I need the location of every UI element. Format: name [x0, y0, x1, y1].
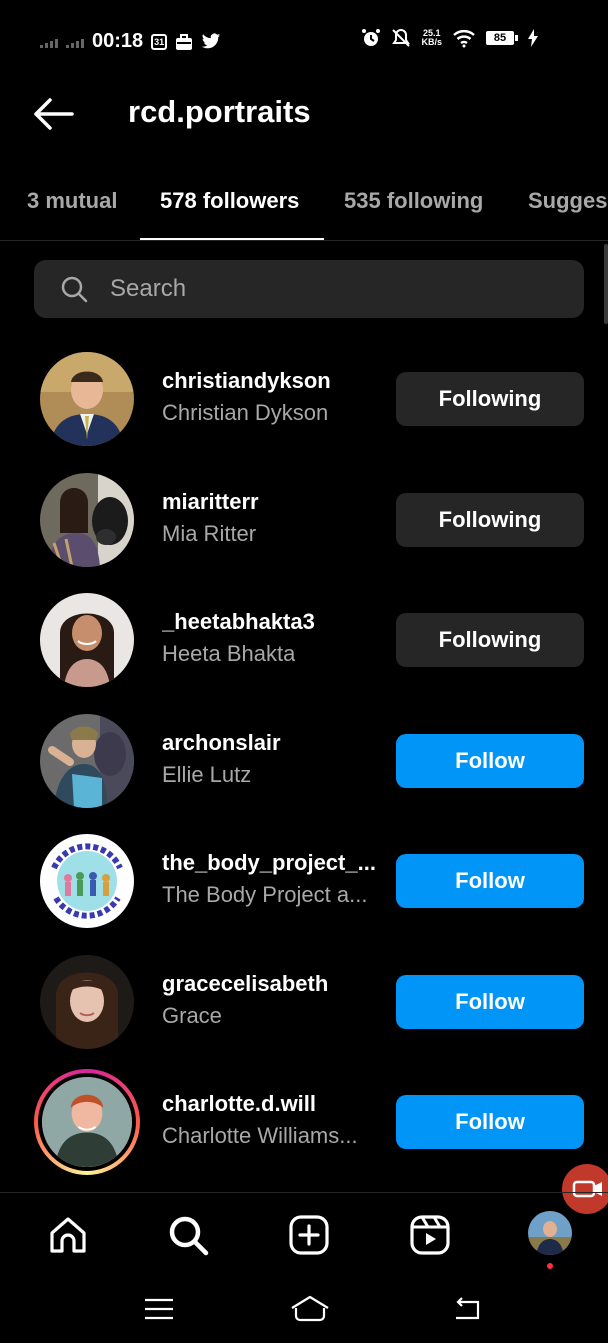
network-speed: 25.1 KB/s: [421, 28, 442, 47]
tab-suggested[interactable]: Sugges: [528, 188, 607, 214]
charging-icon: [528, 29, 538, 47]
reels-icon: [410, 1215, 450, 1255]
scrollbar[interactable]: [604, 244, 608, 324]
search-input[interactable]: [108, 274, 532, 304]
tab-bar: 3 mutual 578 followers 535 following Sug…: [0, 172, 608, 241]
full-name: Charlotte Williams...: [162, 1123, 358, 1148]
home-outline-icon: [291, 1295, 329, 1322]
active-tab-indicator: [140, 238, 324, 240]
list-item[interactable]: _heetabhakta3 Heeta Bhakta Following: [0, 583, 608, 704]
full-name: The Body Project a...: [162, 882, 368, 907]
tab-following[interactable]: 535 following: [344, 188, 483, 214]
full-name: Grace: [162, 1002, 222, 1028]
menu-icon: [145, 1298, 173, 1320]
briefcase-icon: [176, 33, 193, 50]
nav-home[interactable]: [46, 1213, 90, 1257]
alarm-icon: [362, 29, 381, 46]
search-icon: [61, 276, 88, 303]
list-item[interactable]: archonslair Ellie Lutz Follow: [0, 704, 608, 825]
home-icon: [50, 1217, 86, 1253]
list-item[interactable]: miaritterr Mia Ritter Following: [0, 463, 608, 584]
avatar[interactable]: [40, 713, 134, 808]
search-icon: [169, 1216, 209, 1256]
recent-apps-button[interactable]: [142, 1294, 176, 1324]
full-name: Christian Dykson: [162, 400, 329, 425]
back-button[interactable]: [30, 94, 76, 134]
system-nav-bar: [0, 1274, 608, 1343]
username[interactable]: miaritterr: [162, 489, 259, 515]
bottom-nav: [0, 1192, 608, 1275]
avatar[interactable]: [40, 834, 134, 928]
avatar[interactable]: [40, 472, 134, 567]
signal-icon: [66, 36, 84, 48]
username[interactable]: _heetabhakta3: [162, 609, 315, 635]
notification-dot: [547, 1263, 553, 1269]
page-title: rcd.portraits: [128, 94, 311, 129]
back-icon: [456, 1297, 480, 1320]
full-name: Heeta Bhakta: [162, 641, 296, 666]
nav-create[interactable]: [287, 1213, 331, 1257]
list-item[interactable]: the_body_project_... The Body Project a.…: [0, 824, 608, 945]
followers-list: christiandykson Christian Dykson Followi…: [0, 342, 608, 1186]
avatar[interactable]: [40, 593, 134, 687]
nav-profile-avatar[interactable]: [528, 1211, 572, 1255]
tab-followers[interactable]: 578 followers: [160, 188, 299, 214]
status-right: 25.1 KB/s 85: [361, 28, 538, 48]
search-bar[interactable]: [34, 260, 584, 318]
follow-button[interactable]: Follow: [396, 974, 584, 1029]
avatar[interactable]: [40, 954, 134, 1049]
system-home-button[interactable]: [290, 1294, 329, 1324]
nav-reels[interactable]: [408, 1213, 452, 1257]
following-button[interactable]: Following: [396, 372, 584, 426]
status-bar: 00:18 31 25.1 KB/s 85: [0, 0, 608, 80]
arrow-left-icon: [34, 98, 74, 130]
follow-button[interactable]: Follow: [396, 1095, 584, 1149]
create-icon: [289, 1215, 329, 1255]
signal-icon: [40, 36, 58, 48]
username[interactable]: christiandykson: [162, 368, 331, 394]
username[interactable]: gracecelisabeth: [162, 971, 328, 997]
avatar-story-ring[interactable]: [34, 1069, 140, 1175]
twitter-icon: [201, 33, 221, 48]
list-item[interactable]: charlotte.d.will Charlotte Williams... F…: [0, 1065, 608, 1186]
follow-button[interactable]: Follow: [396, 854, 584, 908]
full-name: Ellie Lutz: [162, 761, 252, 787]
nav-search[interactable]: [166, 1213, 210, 1257]
list-item[interactable]: gracecelisabeth Grace Follow: [0, 945, 608, 1066]
username[interactable]: charlotte.d.will: [162, 1091, 316, 1117]
username[interactable]: archonslair: [162, 730, 281, 756]
system-back-button[interactable]: [452, 1294, 486, 1324]
following-button[interactable]: Following: [396, 492, 584, 547]
full-name: Mia Ritter: [162, 520, 257, 546]
header: rcd.portraits: [0, 80, 608, 150]
mute-icon: [392, 28, 411, 47]
avatar[interactable]: [40, 352, 134, 446]
status-left: 00:18 31: [40, 30, 221, 53]
follow-button[interactable]: Follow: [396, 733, 584, 788]
wifi-icon: [453, 30, 475, 48]
tab-mutual[interactable]: 3 mutual: [27, 188, 117, 214]
battery-icon: 85: [486, 31, 518, 45]
clock: 00:18: [92, 30, 144, 52]
following-button[interactable]: Following: [396, 613, 584, 667]
calendar-icon: 31: [151, 33, 168, 50]
username[interactable]: the_body_project_...: [162, 850, 376, 876]
list-item[interactable]: christiandykson Christian Dykson Followi…: [0, 342, 608, 463]
